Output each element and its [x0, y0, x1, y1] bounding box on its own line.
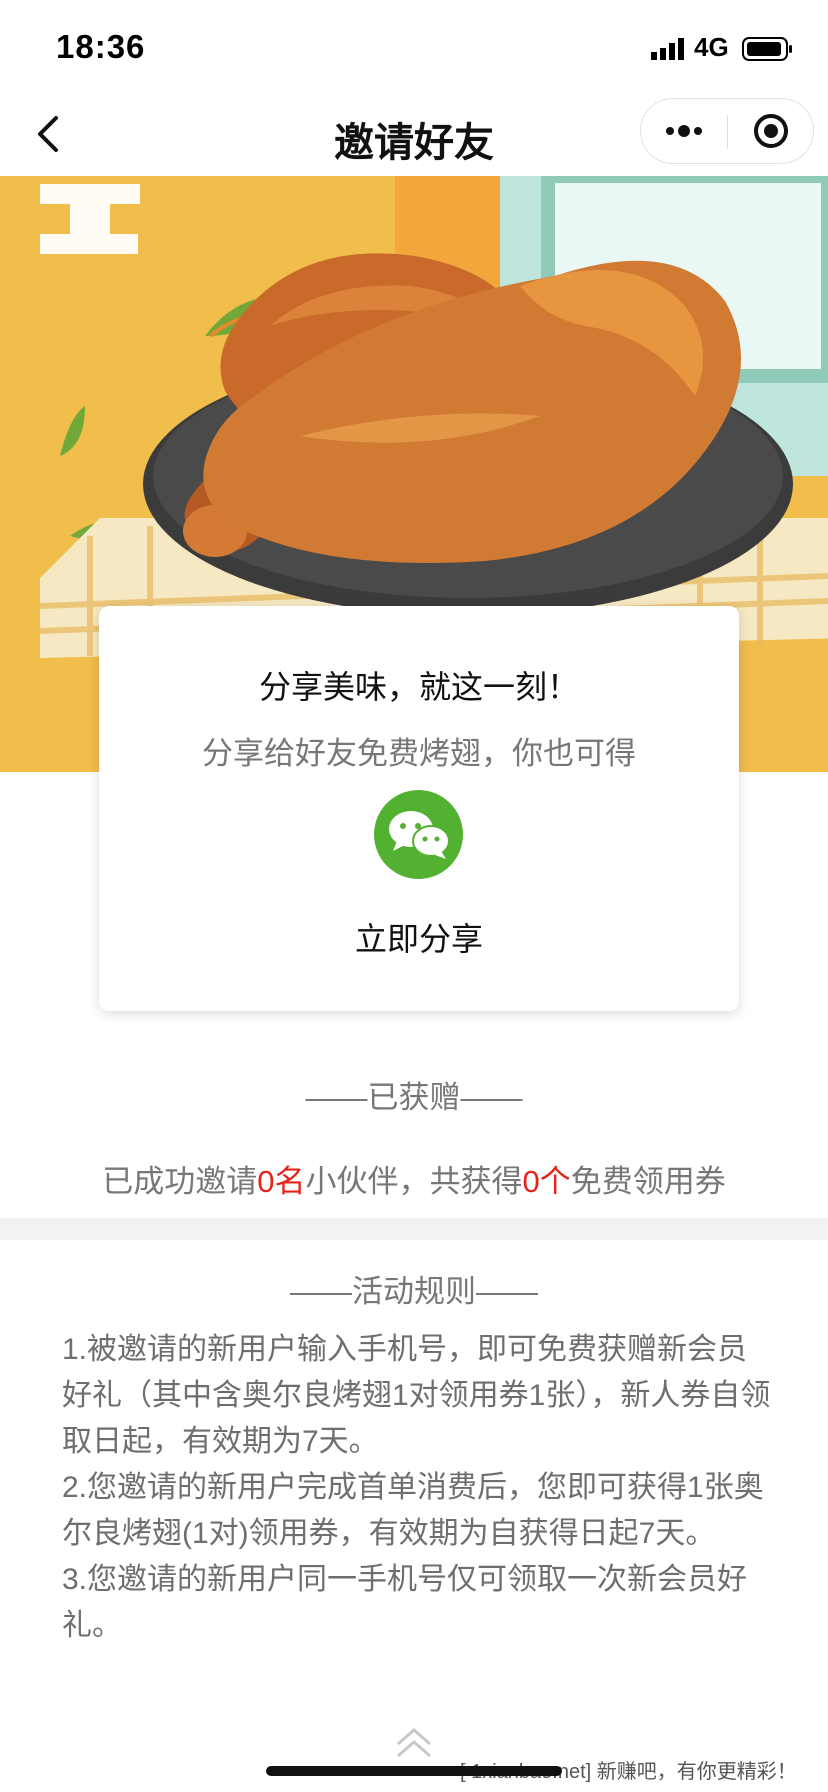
status-bar: 18:36 4G [0, 0, 828, 92]
more-dots-icon [666, 125, 702, 137]
invite-stat-middle: 小伙伴，共获得 [305, 1164, 523, 1199]
share-now-label[interactable]: 立即分享 [99, 914, 739, 960]
section-divider [0, 1218, 828, 1240]
more-button[interactable] [641, 99, 727, 163]
coupon-count: 0个 [522, 1164, 571, 1199]
target-circle-icon [754, 114, 788, 148]
rule-item: 1.被邀请的新用户输入手机号，即可免费获赠新会员好礼（其中含奥尔良烤翅1对领用券… [62, 1333, 771, 1458]
rules-list: 1.被邀请的新用户输入手机号，即可免费获赠新会员好礼（其中含奥尔良烤翅1对领用券… [62, 1327, 772, 1649]
rule-item: 3.您邀请的新用户同一手机号仅可领取一次新会员好礼。 [62, 1563, 748, 1642]
miniprogram-capsule [640, 98, 814, 164]
close-miniprogram-button[interactable] [728, 99, 814, 163]
double-chevron-up-icon[interactable] [392, 1724, 436, 1760]
invite-stat: 已成功邀请0名小伙伴，共获得0个免费领用券 [0, 1156, 828, 1201]
invited-count: 0名 [257, 1164, 306, 1199]
home-indicator[interactable] [266, 1766, 562, 1776]
share-card: 分享美味，就这一刻！ 分享给好友免费烤翅，你也可得 立即分享 [99, 606, 739, 1011]
received-heading: ——已获赠—— [305, 1080, 523, 1115]
invite-stat-prefix: 已成功邀请 [102, 1164, 258, 1199]
signal-icon [651, 38, 684, 60]
battery-icon [742, 37, 792, 61]
wechat-share-button[interactable] [374, 790, 463, 879]
card-title: 分享美味，就这一刻！ [258, 669, 579, 705]
nav-bar: 邀请好友 [0, 92, 828, 176]
invite-stat-suffix: 免费领用券 [570, 1164, 726, 1199]
card-subtitle: 分享给好友免费烤翅，你也可得 [202, 736, 636, 771]
wechat-icon [388, 810, 450, 859]
status-time: 18:36 [56, 28, 146, 65]
rule-item: 2.您邀请的新用户完成首单消费后，您即可获得1张奥尔良烤翅(1对)领用券，有效期… [62, 1471, 764, 1550]
rules-heading: ——活动规则—— [290, 1274, 538, 1309]
network-type: 4G [694, 32, 729, 62]
